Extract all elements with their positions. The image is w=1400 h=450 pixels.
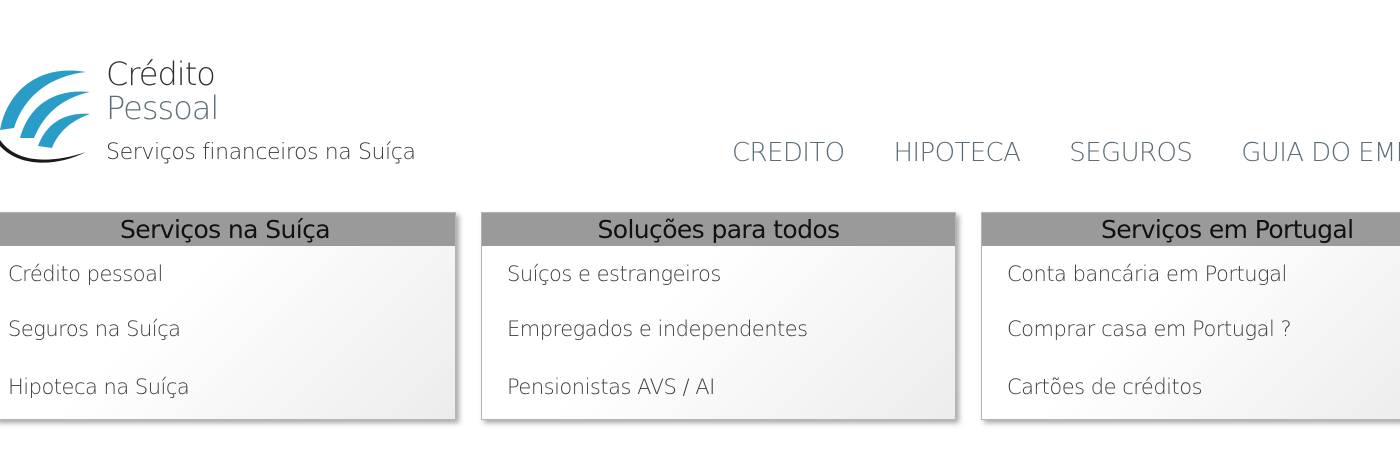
link-hipoteca-na-suica[interactable]: Hipoteca na Suíça xyxy=(0,358,455,416)
panel-servicos-em-portugal: Serviços em Portugal Conta bancária em P… xyxy=(981,212,1400,420)
logo-arcs-icon xyxy=(0,70,90,163)
nav-seguros[interactable]: SEGUROS xyxy=(1069,138,1193,168)
nav-hipoteca[interactable]: HIPOTECA xyxy=(893,138,1020,168)
panel-solucoes-para-todos: Soluções para todos Suíços e estrangeiro… xyxy=(481,212,956,420)
link-cartoes-de-creditos[interactable]: Cartões de créditos xyxy=(982,358,1400,416)
link-credito-pessoal[interactable]: Crédito pessoal xyxy=(0,248,455,300)
site-logo[interactable]: Crédito Pessoal Serviços financeiros na … xyxy=(0,58,440,173)
panel-title: Serviços em Portugal xyxy=(982,213,1400,246)
logo-title-line2: Pessoal xyxy=(106,89,219,127)
panel-servicos-na-suica: Serviços na Suíça Crédito pessoal Seguro… xyxy=(0,212,456,420)
panel-link-list: Conta bancária em Portugal Comprar casa … xyxy=(982,248,1400,416)
nav-guia-do-emigrante[interactable]: GUIA DO EMIGRANTE xyxy=(1241,138,1400,168)
link-conta-bancaria-em-portugal[interactable]: Conta bancária em Portugal xyxy=(982,248,1400,300)
link-pensionistas-avs-ai[interactable]: Pensionistas AVS / AI xyxy=(482,358,955,416)
link-comprar-casa-em-portugal[interactable]: Comprar casa em Portugal ? xyxy=(982,300,1400,358)
panel-link-list: Crédito pessoal Seguros na Suíça Hipotec… xyxy=(0,248,455,416)
logo-title-line1: Crédito xyxy=(106,55,216,93)
link-seguros-na-suica[interactable]: Seguros na Suíça xyxy=(0,300,455,358)
link-empregados-e-independentes[interactable]: Empregados e independentes xyxy=(482,300,955,358)
logo-tagline: Serviços financeiros na Suíça xyxy=(106,140,416,165)
page: Crédito Pessoal Serviços financeiros na … xyxy=(0,0,1400,450)
panel-link-list: Suíços e estrangeiros Empregados e indep… xyxy=(482,248,955,416)
nav-credito[interactable]: CREDITO xyxy=(732,138,845,168)
panel-title: Serviços na Suíça xyxy=(0,213,455,246)
link-suicos-e-estrangeiros[interactable]: Suíços e estrangeiros xyxy=(482,248,955,300)
main-nav: CREDITO HIPOTECA SEGUROS GUIA DO EMIGRAN… xyxy=(732,138,1400,168)
panel-title: Soluções para todos xyxy=(482,213,955,246)
